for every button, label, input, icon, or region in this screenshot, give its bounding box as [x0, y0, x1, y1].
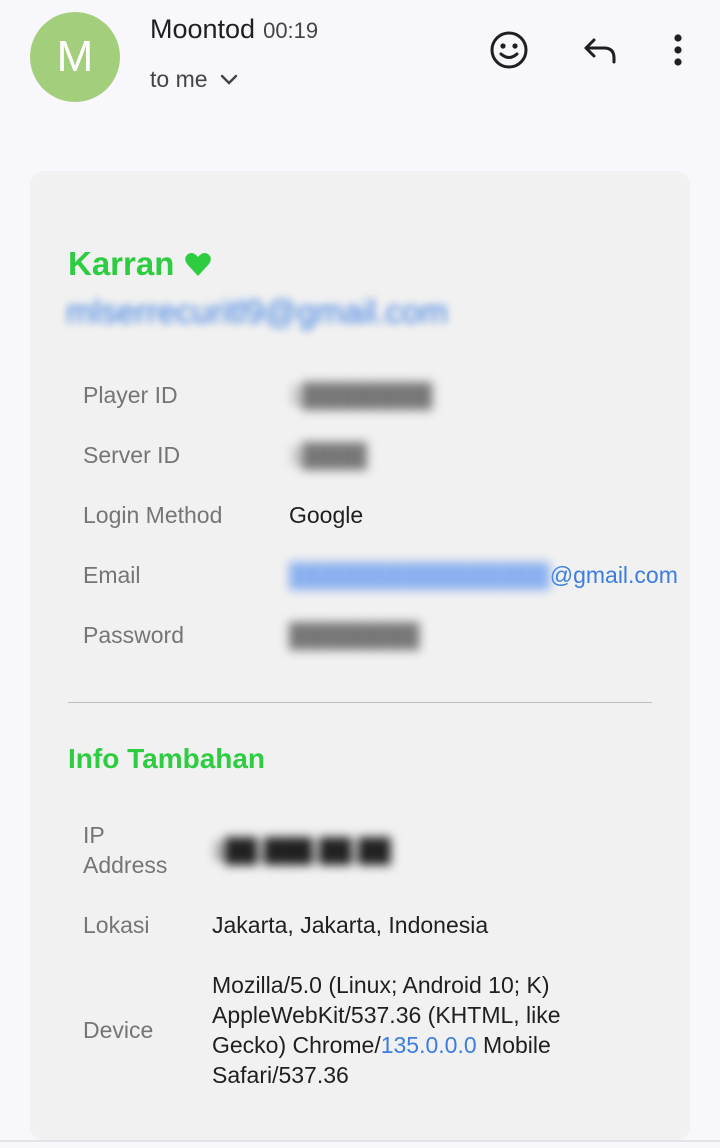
email-visible-part: @gmail.com	[549, 562, 678, 588]
smiley-icon	[490, 31, 528, 69]
message-time: 00:19	[263, 18, 319, 43]
info-row-player-id: Player ID 1████████	[83, 382, 432, 409]
row-label: Lokasi	[83, 912, 150, 938]
more-vert-icon	[674, 34, 682, 66]
device-line: Safari/537.36	[212, 1062, 349, 1088]
info-row-email: Email ████████████████@gmail.com	[83, 562, 678, 589]
info-row-login-method: Login Method Google	[83, 502, 363, 529]
row-value: Google	[289, 502, 364, 528]
version-link[interactable]: 135.0.0.0	[381, 1032, 477, 1058]
device-line: AppleWebKit/537.36 (KHTML, like	[212, 1002, 561, 1028]
row-label: Email	[83, 562, 141, 588]
row-value: 1████	[289, 442, 367, 468]
account-name-heading: Karran	[68, 245, 212, 283]
chevron-down-icon	[220, 74, 237, 85]
info-row-lokasi: Lokasi Jakarta, Jakarta, Indonesia	[83, 910, 488, 940]
account-name: Karran	[68, 245, 175, 282]
recipient-label: to me	[150, 66, 208, 92]
section-divider	[68, 702, 652, 703]
bottom-edge	[0, 1140, 720, 1142]
row-label-line2: Address	[83, 852, 168, 878]
recipient-toggle[interactable]: to me	[150, 66, 238, 93]
reply-icon	[584, 38, 616, 64]
device-line: Gecko) Chrome/135.0.0.0 Mobile	[212, 1030, 632, 1060]
row-value: Mozilla/5.0 (Linux; Android 10; K) Apple…	[212, 970, 632, 1090]
sender-line: Moontod 00:19	[150, 14, 318, 45]
sender-name[interactable]: Moontod	[150, 14, 255, 44]
row-value: 1████████	[289, 382, 433, 408]
row-value: 1██.███.██.██	[212, 837, 391, 863]
heart-icon	[185, 253, 212, 276]
email-header: M Moontod 00:19 to me	[0, 0, 720, 130]
row-label: Password	[83, 622, 184, 648]
reply-button[interactable]	[578, 28, 622, 72]
info-row-password: Password ████████	[83, 622, 419, 649]
device-line: Mozilla/5.0 (Linux; Android 10; K)	[212, 972, 550, 998]
email-link[interactable]: ████████████████@gmail.com	[289, 562, 678, 589]
row-label-line1: IP	[83, 822, 105, 848]
emoji-react-button[interactable]	[487, 28, 531, 72]
device-text: Mobile	[476, 1032, 551, 1058]
info-row-server-id: Server ID 1████	[83, 442, 367, 469]
sender-avatar[interactable]: M	[30, 12, 120, 102]
row-label: Device	[83, 1017, 154, 1043]
email-body-card: Karran mlserrecuritl9@gmail.com Player I…	[30, 171, 690, 1141]
info-row-ip-address: IP Address 1██.███.██.██	[83, 820, 391, 880]
row-label: Server ID	[83, 442, 181, 468]
row-value: Jakarta, Jakarta, Indonesia	[212, 912, 489, 938]
row-label: Player ID	[83, 382, 178, 408]
account-email-blurred[interactable]: mlserrecuritl9@gmail.com	[66, 293, 448, 331]
section-title-info-tambahan: Info Tambahan	[68, 743, 266, 774]
device-text: Gecko) Chrome/	[212, 1032, 381, 1058]
email-hidden-part: ████████████████	[289, 562, 550, 588]
row-value: ████████	[289, 622, 420, 648]
row-label: Login Method	[83, 502, 223, 528]
more-options-button[interactable]	[656, 28, 700, 72]
